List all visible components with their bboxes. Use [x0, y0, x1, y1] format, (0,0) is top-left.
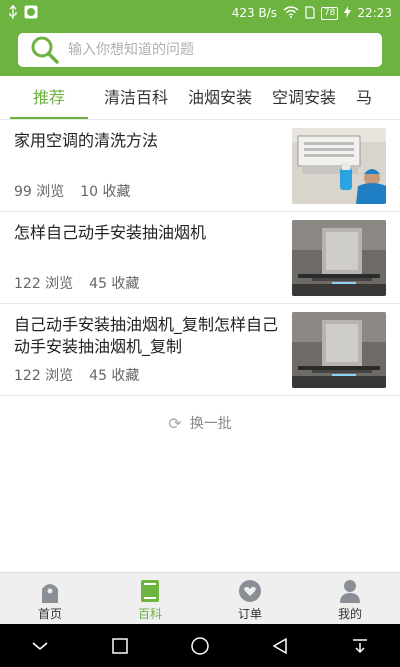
- home-icon: [38, 579, 62, 603]
- nav-encyclopedia[interactable]: 百科: [100, 573, 200, 624]
- wifi-icon: [283, 6, 299, 20]
- battery-icon: 78: [320, 6, 339, 20]
- favorite-count: 45 收藏: [89, 276, 140, 292]
- nav-orders-label: 订单: [237, 607, 262, 621]
- status-bar: 423 B/s 78 22:23: [0, 0, 400, 26]
- usb-icon: [8, 5, 18, 21]
- list-item[interactable]: 怎样自己动手安装抽油烟机 122 浏览 45 收藏: [0, 212, 400, 304]
- search-icon: [30, 33, 62, 67]
- list-item[interactable]: 家用空调的清洗方法 99 浏览 10 收藏: [0, 120, 400, 212]
- book-icon: [138, 579, 162, 603]
- view-count: 122 浏览: [14, 276, 74, 292]
- nav-orders[interactable]: 订单: [200, 573, 300, 624]
- network-speed: 423 B/s: [231, 6, 277, 20]
- tab-recommended[interactable]: 推荐: [10, 76, 88, 119]
- view-count: 122 浏览: [14, 368, 74, 384]
- recent-apps-icon[interactable]: [108, 634, 132, 658]
- article-title: 怎样自己动手安装抽油烟机: [14, 223, 207, 242]
- range-hood-photo: [292, 220, 386, 296]
- article-title: 自己动手安装抽油烟机_复制怎样自己动手安装抽油烟机_复制: [14, 315, 279, 356]
- charging-icon: [344, 6, 352, 20]
- article-meta: 122 浏览 45 收藏: [14, 273, 139, 293]
- refresh-button[interactable]: ⟳ 换一批: [0, 408, 400, 438]
- favorite-count: 45 收藏: [89, 368, 140, 384]
- nav-home-label: 首页: [37, 607, 62, 621]
- bottom-nav: 首页 百科 订单 我的: [0, 572, 400, 624]
- nav-home[interactable]: 首页: [0, 573, 100, 624]
- tab-more[interactable]: 马: [346, 76, 382, 119]
- refresh-icon: ⟳: [168, 413, 182, 433]
- air-conditioner-cleaning-photo: [292, 128, 386, 204]
- app-notification-icon: [24, 5, 38, 21]
- collapse-icon[interactable]: [28, 634, 52, 658]
- search-bar[interactable]: [18, 33, 382, 67]
- favorite-count: 10 收藏: [80, 184, 131, 200]
- nav-profile-label: 我的: [337, 607, 362, 621]
- nav-profile[interactable]: 我的: [300, 573, 400, 624]
- article-list: 家用空调的清洗方法 99 浏览 10 收藏 怎样自己动手安装抽油烟机 122 浏…: [0, 120, 400, 396]
- app-header: [0, 26, 400, 76]
- nav-encyclopedia-label: 百科: [137, 607, 162, 621]
- tab-air-conditioner-installation[interactable]: 空调安装: [262, 76, 346, 119]
- article-meta: 122 浏览 45 收藏: [14, 365, 139, 385]
- view-count: 99 浏览: [14, 184, 65, 200]
- range-hood-photo: [292, 312, 386, 388]
- clock: 22:23: [357, 6, 392, 20]
- search-input[interactable]: [68, 42, 368, 58]
- notification-pulldown-icon[interactable]: [348, 634, 372, 658]
- system-nav-bar: [0, 624, 400, 667]
- tab-cleaning-encyclopedia[interactable]: 清洁百科: [94, 76, 178, 119]
- tab-range-hood-installation[interactable]: 油烟安装: [178, 76, 262, 119]
- list-item[interactable]: 自己动手安装抽油烟机_复制怎样自己动手安装抽油烟机_复制 122 浏览 45 收…: [0, 304, 400, 396]
- category-tabs: 推荐 清洁百科 油烟安装 空调安装 马: [0, 76, 400, 120]
- back-icon[interactable]: [268, 634, 292, 658]
- home-button-icon[interactable]: [188, 634, 212, 658]
- refresh-label: 换一批: [189, 416, 232, 432]
- heart-icon: [238, 579, 262, 603]
- user-icon: [338, 579, 362, 603]
- sim-icon: [305, 5, 315, 21]
- article-meta: 99 浏览 10 收藏: [14, 181, 131, 201]
- article-title: 家用空调的清洗方法: [14, 131, 159, 150]
